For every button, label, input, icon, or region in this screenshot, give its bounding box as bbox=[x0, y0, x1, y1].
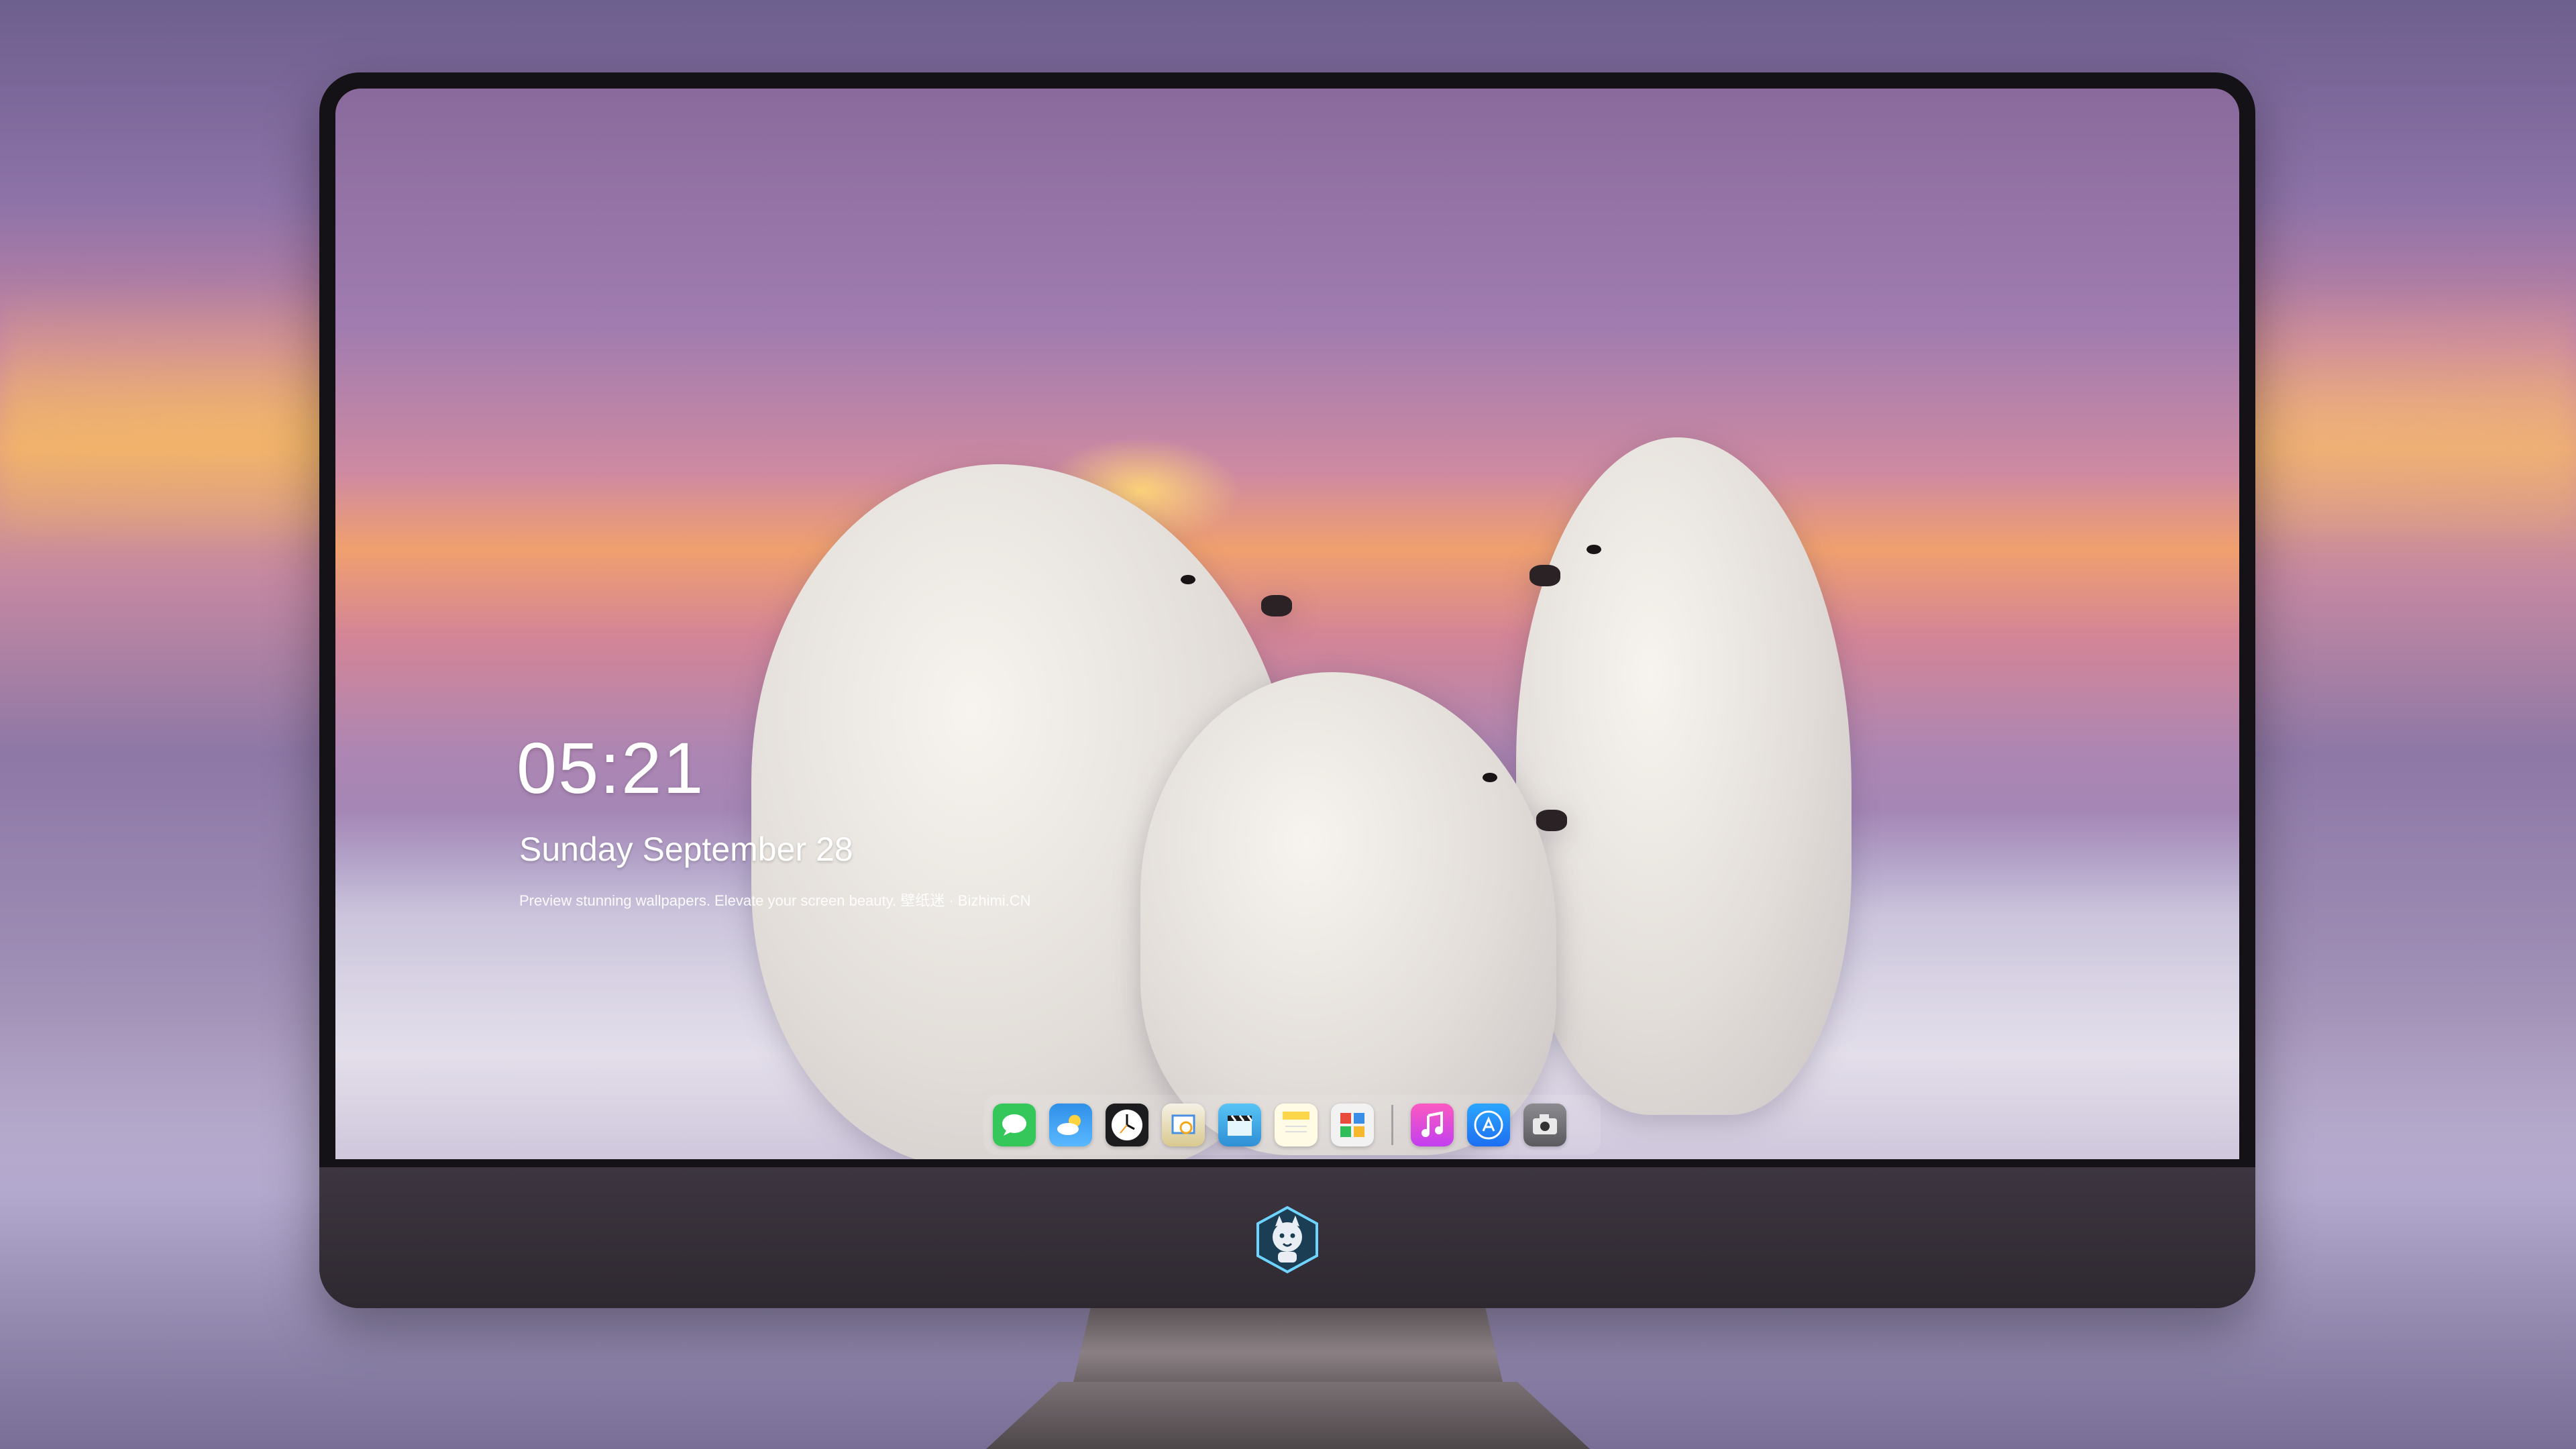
bear-eye bbox=[1483, 773, 1497, 782]
music-icon[interactable] bbox=[1411, 1104, 1454, 1146]
notes-icon[interactable] bbox=[1275, 1104, 1318, 1146]
photo-booth-icon[interactable] bbox=[1331, 1104, 1374, 1146]
bear-eye bbox=[1181, 575, 1195, 584]
clock-icon[interactable] bbox=[1106, 1104, 1148, 1146]
lock-screen-time: 05:21 bbox=[517, 727, 705, 808]
polar-bear-right bbox=[1516, 437, 1851, 1115]
polar-bear-cub bbox=[1140, 672, 1567, 1155]
monitor-stand-base bbox=[986, 1382, 1590, 1449]
clips-icon[interactable] bbox=[1218, 1104, 1261, 1146]
monitor-stand-neck bbox=[1073, 1308, 1503, 1382]
app-store-icon[interactable] bbox=[1467, 1104, 1510, 1146]
lock-screen: 05:21 Sunday September 28 Preview stunni… bbox=[335, 89, 2239, 1159]
dock bbox=[983, 1095, 1601, 1155]
camera-icon[interactable] bbox=[1523, 1104, 1566, 1146]
messages-icon[interactable] bbox=[993, 1104, 1036, 1146]
preview-icon[interactable] bbox=[1162, 1104, 1205, 1146]
bear-nose bbox=[1536, 810, 1567, 831]
bear-nose bbox=[1261, 595, 1292, 616]
lock-screen-tagline: Preview stunning wallpapers. Elevate you… bbox=[519, 892, 1031, 909]
weather-icon[interactable] bbox=[1049, 1104, 1092, 1146]
desktop-background: 05:21 Sunday September 28 Preview stunni… bbox=[0, 0, 2576, 1449]
monitor-logo-icon bbox=[1256, 1205, 1318, 1274]
lock-screen-date: Sunday September 28 bbox=[519, 830, 853, 868]
bear-nose bbox=[1529, 565, 1560, 586]
bear-eye bbox=[1587, 545, 1601, 554]
imac-monitor: 05:21 Sunday September 28 Preview stunni… bbox=[319, 72, 2255, 1308]
dock-separator bbox=[1391, 1105, 1393, 1145]
